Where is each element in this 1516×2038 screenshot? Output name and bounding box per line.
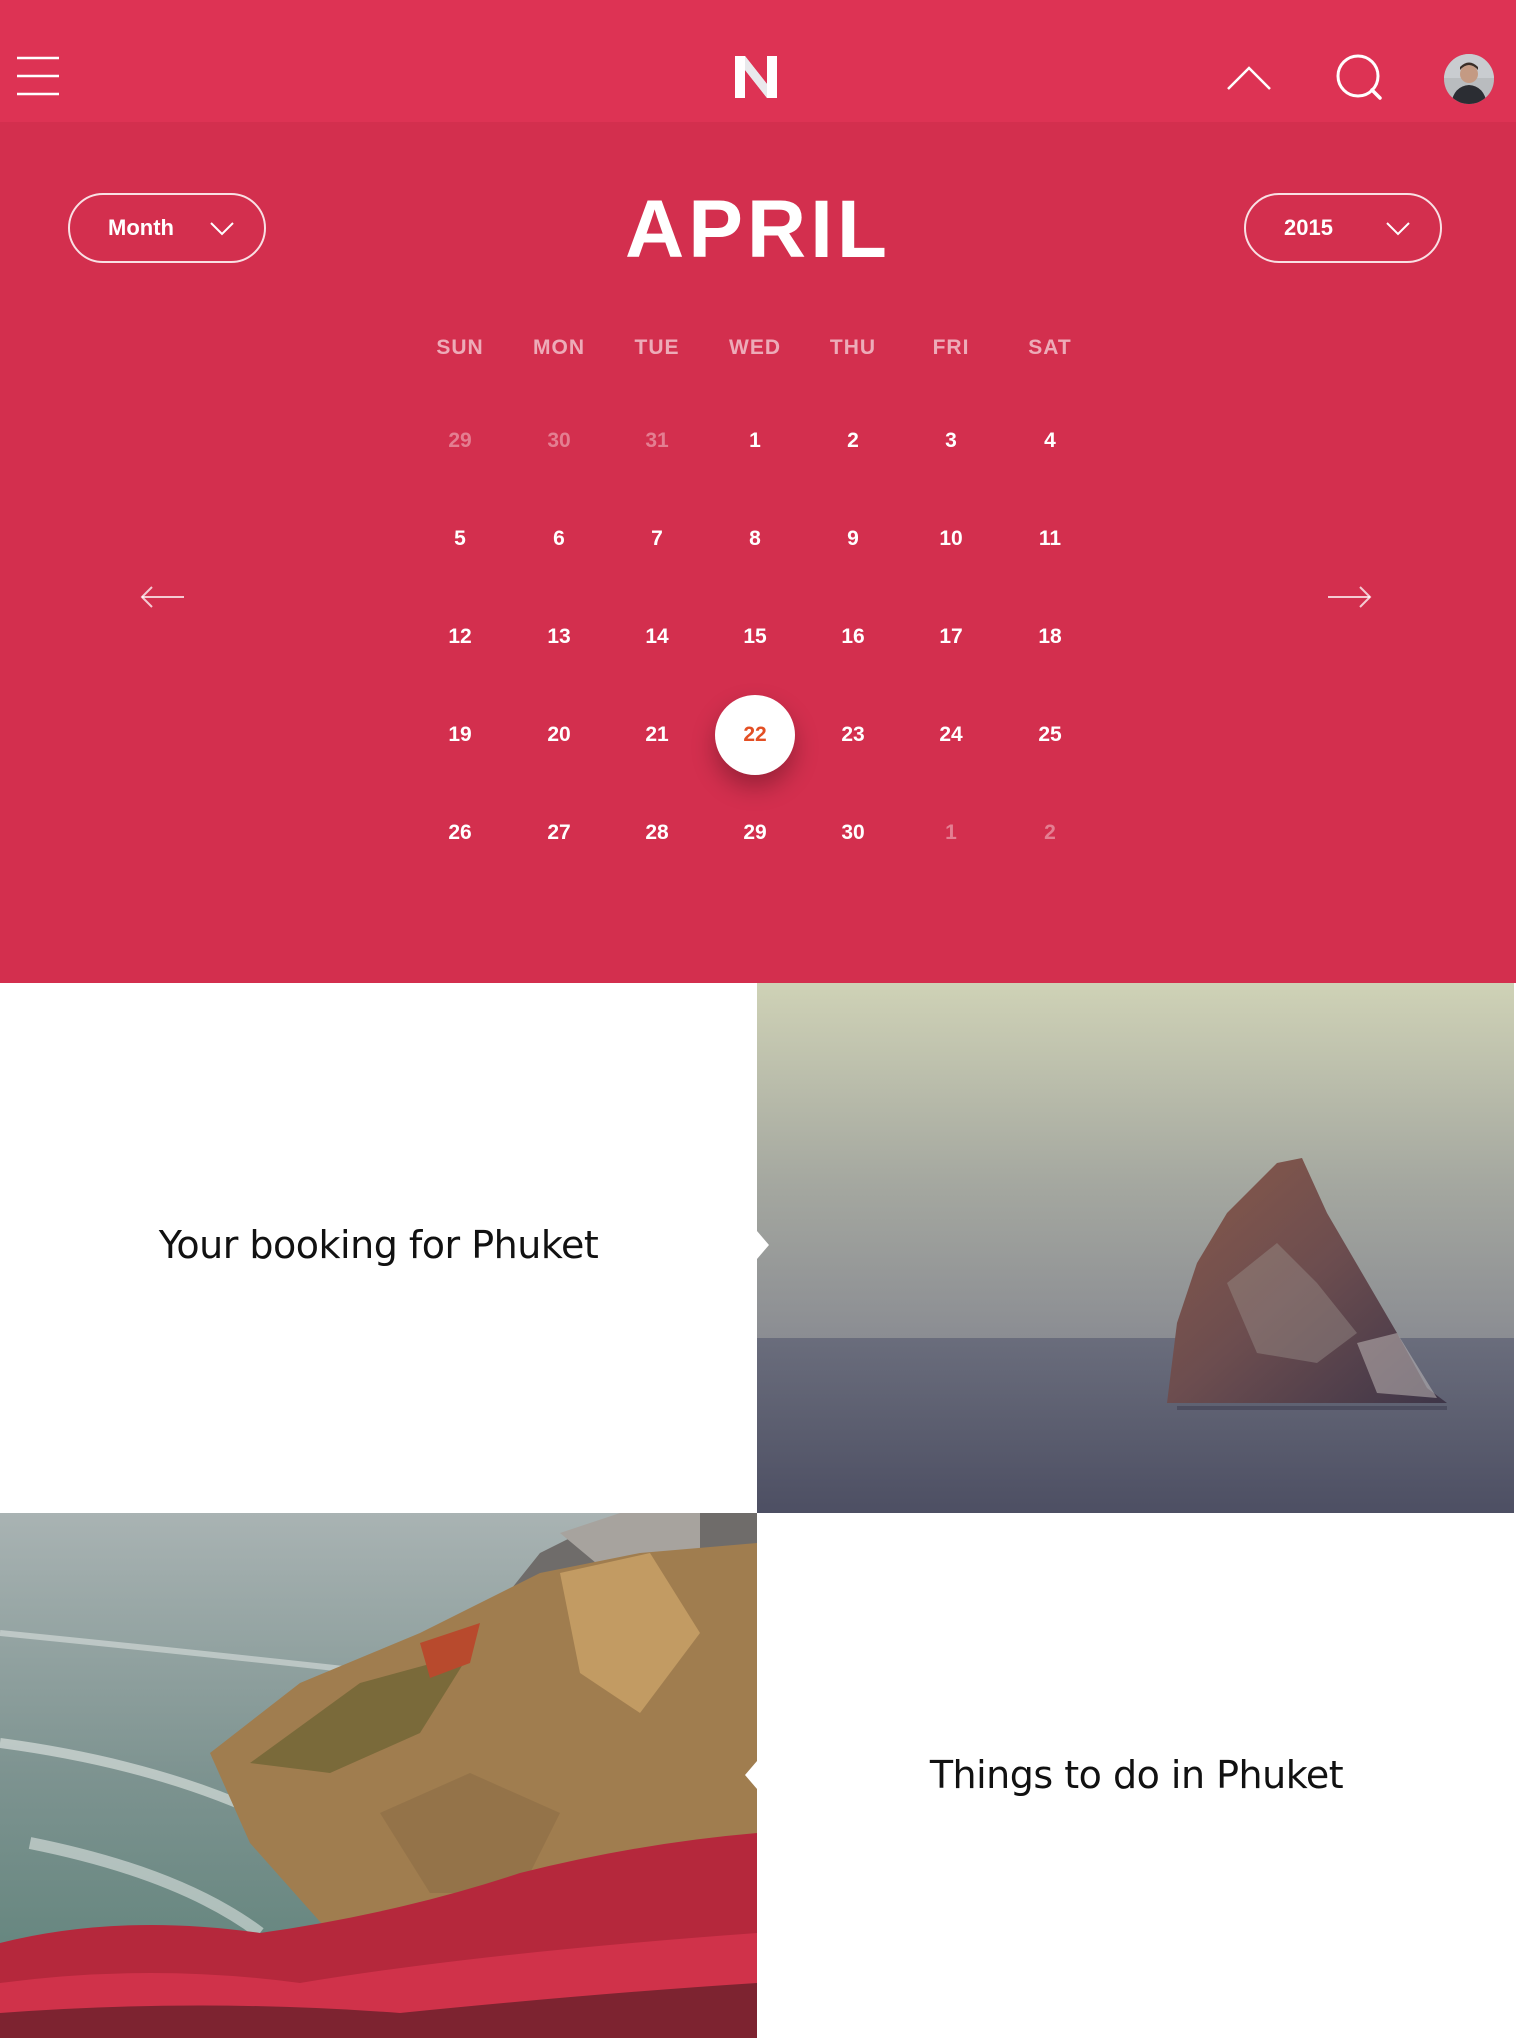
top-bar <box>0 0 1516 122</box>
booking-card[interactable]: Your booking for Phuket <box>0 983 757 1513</box>
calendar-day[interactable]: 7 <box>617 499 697 579</box>
calendar-day[interactable]: 19 <box>420 695 500 775</box>
calendar-day[interactable]: 24 <box>911 695 991 775</box>
coastline-photo <box>0 1513 757 2038</box>
calendar-day[interactable]: 10 <box>911 499 991 579</box>
calendar-day[interactable]: 1 <box>911 793 991 873</box>
calendar-day[interactable]: 15 <box>715 597 795 677</box>
calendar-day[interactable]: 20 <box>519 695 599 775</box>
calendar-day[interactable]: 4 <box>1010 401 1090 481</box>
user-avatar[interactable] <box>1444 54 1494 104</box>
calendar-day[interactable]: 9 <box>813 499 893 579</box>
calendar-day[interactable]: 25 <box>1010 695 1090 775</box>
things-to-do-card[interactable]: Things to do in Phuket <box>757 1513 1516 2038</box>
calendar-day[interactable]: 29 <box>420 401 500 481</box>
calendar-day[interactable]: 30 <box>813 793 893 873</box>
things-pointer <box>745 1761 757 1789</box>
year-dropdown-label: 2015 <box>1284 215 1333 240</box>
calendar-day[interactable]: 14 <box>617 597 697 677</box>
things-to-do-card-title: Things to do in Phuket <box>929 1753 1344 1797</box>
calendar-day[interactable]: 11 <box>1010 499 1090 579</box>
calendar-day[interactable]: 30 <box>519 401 599 481</box>
chevron-down-icon <box>1386 222 1410 236</box>
chevron-up-icon[interactable] <box>1226 64 1272 92</box>
calendar-day[interactable]: 29 <box>715 793 795 873</box>
logo-n-icon <box>735 56 777 98</box>
calendar-day[interactable]: 1 <box>715 401 795 481</box>
arrow-right-icon[interactable] <box>1326 586 1372 608</box>
calendar-day[interactable]: 13 <box>519 597 599 677</box>
weekday-label: SAT <box>1028 336 1072 359</box>
arrow-left-icon[interactable] <box>140 586 186 608</box>
calendar-day[interactable]: 5 <box>420 499 500 579</box>
calendar-day[interactable]: 2 <box>813 401 893 481</box>
calendar-day[interactable]: 21 <box>617 695 697 775</box>
year-dropdown[interactable]: 2015 <box>1244 193 1442 263</box>
calendar-day[interactable]: 26 <box>420 793 500 873</box>
calendar-day[interactable]: 6 <box>519 499 599 579</box>
weekday-label: THU <box>829 336 877 359</box>
weekday-label: WED <box>729 336 781 359</box>
calendar-day[interactable]: 3 <box>911 401 991 481</box>
calendar-day[interactable]: 8 <box>715 499 795 579</box>
sea-rock-photo <box>757 983 1514 1513</box>
calendar-day[interactable]: 2 <box>1010 793 1090 873</box>
booking-pointer <box>757 1231 769 1259</box>
calendar-day[interactable]: 28 <box>617 793 697 873</box>
calendar-day[interactable]: 16 <box>813 597 893 677</box>
calendar-day[interactable]: 31 <box>617 401 697 481</box>
booking-card-title: Your booking for Phuket <box>158 1223 599 1267</box>
weekday-label: FRI <box>932 336 970 359</box>
calendar-day[interactable]: 18 <box>1010 597 1090 677</box>
calendar-day[interactable]: 27 <box>519 793 599 873</box>
hamburger-menu-icon[interactable] <box>16 56 60 98</box>
calendar-day[interactable]: 12 <box>420 597 500 677</box>
calendar-day-selected[interactable]: 22 <box>715 695 795 775</box>
weekday-label: SUN <box>436 336 484 359</box>
calendar-day[interactable]: 17 <box>911 597 991 677</box>
weekday-label: MON <box>533 336 585 359</box>
calendar-day[interactable]: 23 <box>813 695 893 775</box>
brand-logo[interactable] <box>733 54 779 100</box>
weekday-label: TUE <box>634 336 680 359</box>
search-icon[interactable] <box>1334 52 1384 102</box>
